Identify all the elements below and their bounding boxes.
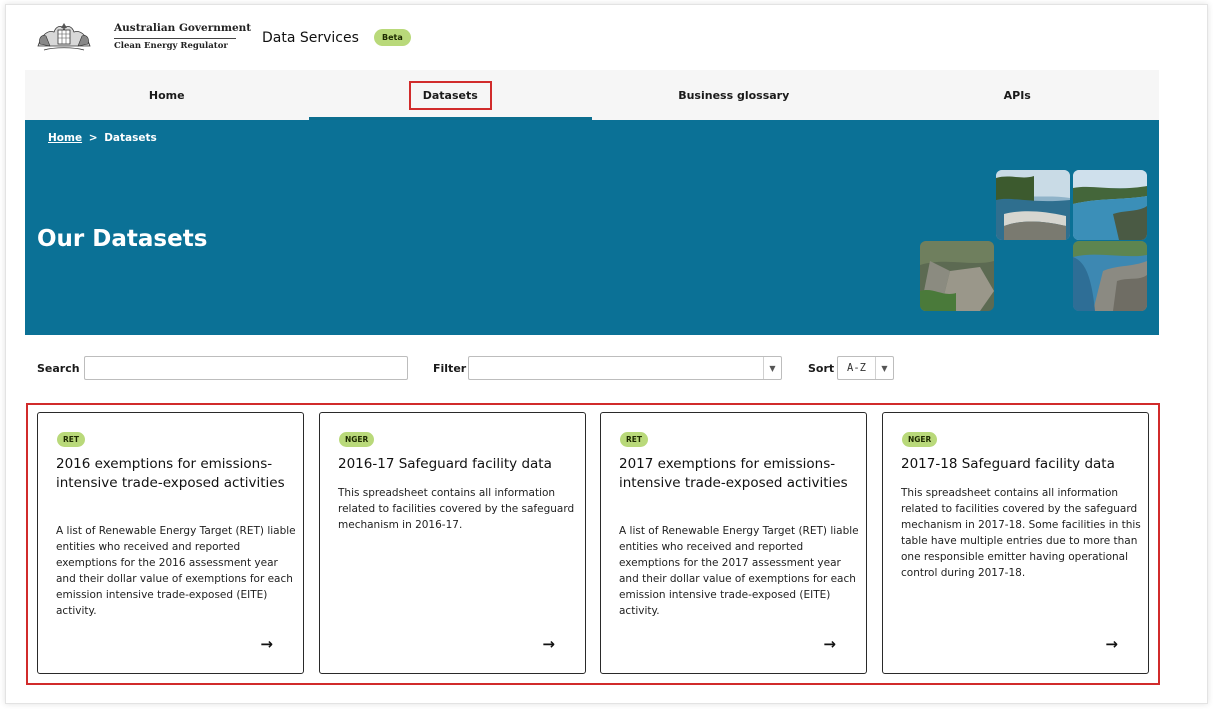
dataset-card-title: 2016 exemptions for emissions-intensive …: [56, 456, 285, 491]
dataset-card-title: 2017-18 Safeguard facility data: [901, 456, 1115, 472]
hero-image-gorge: [1073, 241, 1147, 311]
dataset-tag-badge: NGER: [902, 432, 938, 447]
dataset-card[interactable]: NGER 2016-17 Safeguard facility data Thi…: [319, 412, 586, 674]
hero-image-dam: [996, 170, 1070, 240]
agency-name: Clean Energy Regulator: [114, 41, 228, 51]
main-navigation: Home Datasets Business glossary APIs: [25, 70, 1159, 120]
arrow-right-icon[interactable]: →: [1105, 635, 1118, 653]
arrow-right-icon[interactable]: →: [260, 635, 273, 653]
dataset-card-title: 2017 exemptions for emissions-intensive …: [619, 456, 848, 491]
commonwealth-coat-of-arms-icon: [37, 23, 91, 51]
dataset-card-description: A list of Renewable Energy Target (RET) …: [56, 525, 296, 617]
filter-label: Filter: [433, 362, 467, 375]
dataset-card[interactable]: RET 2017 exemptions for emissions-intens…: [600, 412, 867, 674]
search-label: Search: [37, 362, 80, 375]
nav-item-datasets[interactable]: Datasets: [308, 70, 593, 120]
nav-item-apis[interactable]: APIs: [876, 70, 1160, 120]
logo-divider: [114, 38, 236, 39]
hero-image-cliff: [920, 241, 994, 311]
nav-item-label: Datasets: [408, 80, 492, 110]
dataset-card[interactable]: NGER 2017-18 Safeguard facility data Thi…: [882, 412, 1149, 674]
arrow-right-icon[interactable]: →: [823, 635, 836, 653]
breadcrumb-current: Datasets: [104, 132, 157, 144]
sort-value: A-Z: [847, 362, 866, 374]
dataset-tag-badge: NGER: [339, 432, 375, 447]
nav-item-label: Business glossary: [678, 88, 790, 102]
beta-badge: Beta: [374, 29, 411, 46]
nav-item-home[interactable]: Home: [25, 70, 309, 120]
dataset-card-description: This spreadsheet contains all informatio…: [901, 487, 1141, 579]
service-name[interactable]: Data Services: [262, 30, 359, 46]
dataset-card-description: A list of Renewable Energy Target (RET) …: [619, 525, 859, 617]
page-title: Our Datasets: [37, 226, 208, 252]
arrow-right-icon[interactable]: →: [542, 635, 555, 653]
dataset-card-description: This spreadsheet contains all informatio…: [338, 487, 575, 531]
sort-dropdown[interactable]: A-Z ▼: [837, 356, 894, 380]
dataset-card[interactable]: RET 2016 exemptions for emissions-intens…: [37, 412, 304, 674]
nav-item-business-glossary[interactable]: Business glossary: [592, 70, 876, 120]
breadcrumb-separator: >: [88, 132, 98, 144]
sort-label: Sort: [808, 362, 835, 375]
breadcrumb: Home > Datasets: [48, 132, 157, 144]
breadcrumb-home-link[interactable]: Home: [48, 132, 82, 144]
dataset-card-title: 2016-17 Safeguard facility data: [338, 456, 552, 472]
site-header: Australian Government Clean Energy Regul…: [22, 8, 622, 66]
filter-dropdown[interactable]: ▼: [468, 356, 782, 380]
hero-image-lake: [1073, 170, 1147, 240]
triangle-down-icon[interactable]: ▼: [875, 357, 893, 379]
government-name: Australian Government: [114, 22, 252, 34]
triangle-down-icon[interactable]: ▼: [763, 357, 781, 379]
nav-item-label: Home: [148, 88, 185, 102]
dataset-tag-badge: RET: [620, 432, 649, 447]
hero-banner: Home > Datasets Our Datasets: [25, 120, 1159, 335]
dataset-tag-badge: RET: [57, 432, 86, 447]
government-logo[interactable]: Australian Government Clean Energy Regul…: [34, 20, 251, 56]
nav-item-label: APIs: [1003, 88, 1031, 102]
search-input[interactable]: [84, 356, 408, 380]
